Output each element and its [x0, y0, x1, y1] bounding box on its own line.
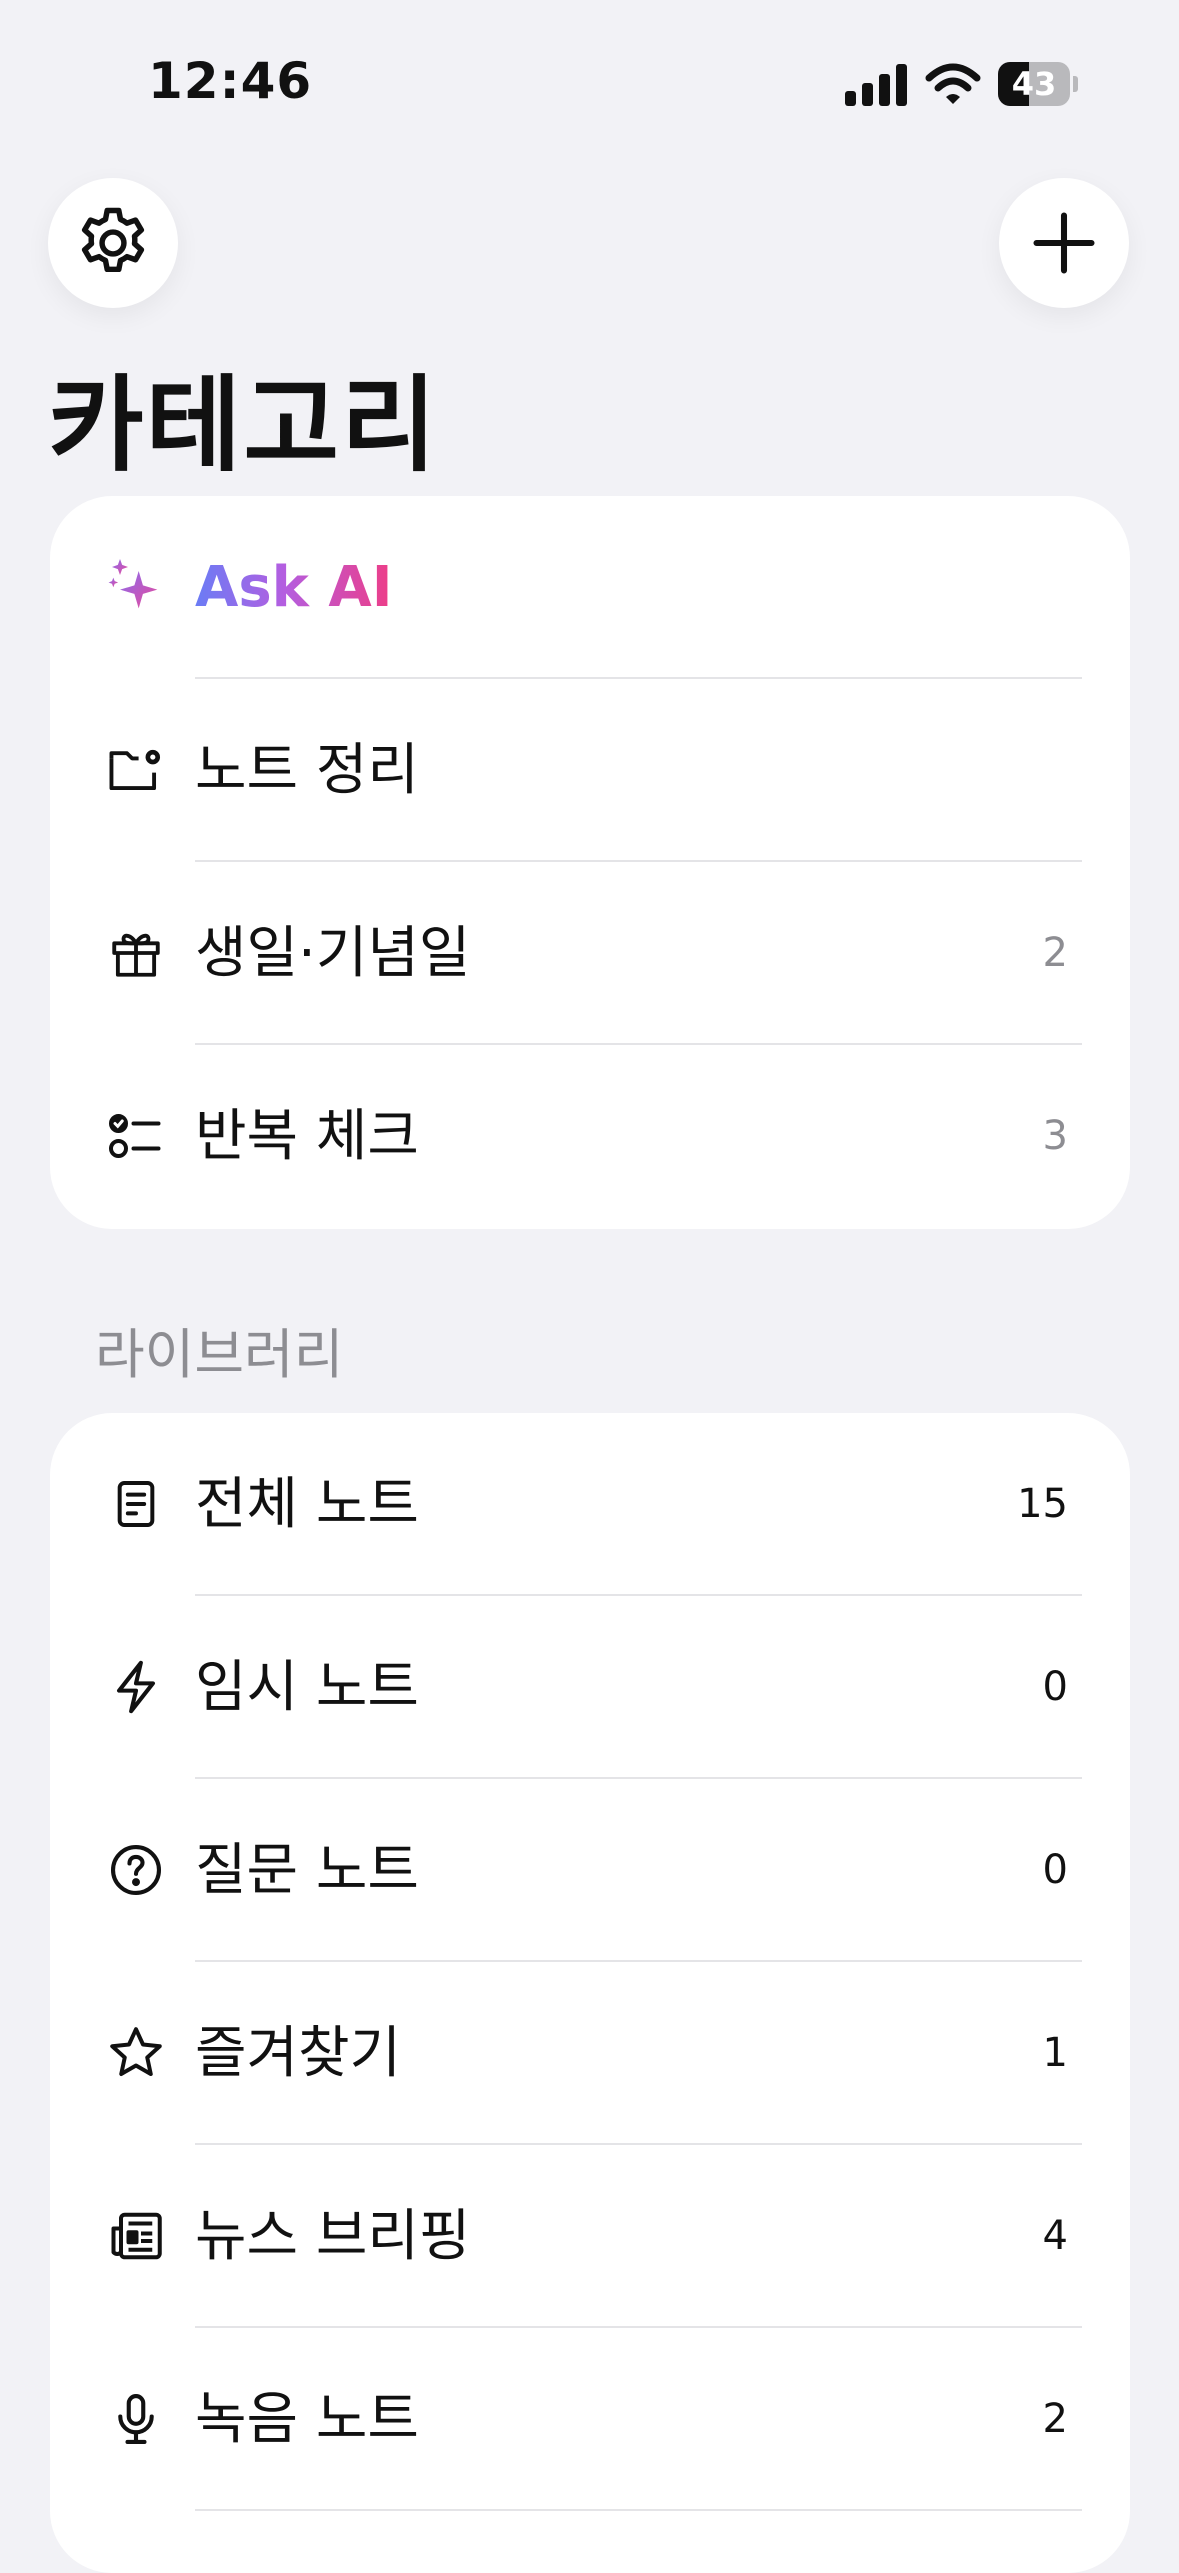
settings-button[interactable] — [48, 178, 178, 308]
library-item-question-notes[interactable]: 질문 노트 0 — [50, 1779, 1130, 1962]
library-item-label: 뉴스 브리핑 — [195, 2204, 471, 2269]
wifi-icon — [925, 63, 981, 104]
category-birthday[interactable]: 생일·기념일 2 — [50, 862, 1130, 1045]
library-item-news-briefing[interactable]: 뉴스 브리핑 4 — [50, 2145, 1130, 2328]
status-bar: 12:46 43 — [0, 0, 1179, 170]
library-item-label: 즐겨찾기 — [195, 2021, 402, 2086]
library-section-title: 라이브러리 — [95, 1323, 344, 1386]
star-icon — [100, 2017, 172, 2089]
library-item-count: 15 — [1017, 1481, 1068, 1527]
question-circle-icon — [100, 1834, 172, 1906]
library-item-recording-notes[interactable]: 녹음 노트 2 — [50, 2328, 1130, 2511]
library-item-favorites[interactable]: 즐겨찾기 1 — [50, 1962, 1130, 2145]
library-item-label: 전체 노트 — [195, 1472, 419, 1537]
category-count: 3 — [1042, 1113, 1068, 1159]
category-label: 생일·기념일 — [195, 921, 471, 986]
categories-card: Ask AI 노트 정리 생일·기념일 2 반복 체크 3 — [50, 496, 1130, 1229]
library-item-label: 임시 노트 — [195, 1655, 419, 1720]
category-count: 2 — [1042, 930, 1068, 976]
category-note-organize[interactable]: 노트 정리 — [50, 679, 1130, 862]
library-card: 전체 노트 15 임시 노트 0 질문 노트 0 즐겨찾기 1 뉴스 브리핑 4… — [50, 1413, 1130, 2573]
gear-icon — [81, 207, 145, 273]
document-icon — [100, 1468, 172, 1540]
library-item-label: 질문 노트 — [195, 1838, 419, 1903]
category-label: 노트 정리 — [195, 738, 419, 803]
battery-indicator: 43 — [998, 62, 1078, 108]
newspaper-icon — [100, 2200, 172, 2272]
checklist-icon — [100, 1100, 172, 1172]
library-item-temp-notes[interactable]: 임시 노트 0 — [50, 1596, 1130, 1779]
bolt-icon — [100, 1651, 172, 1723]
microphone-icon — [100, 2383, 172, 2455]
gift-icon — [100, 917, 172, 989]
category-repeat-check[interactable]: 반복 체크 3 — [50, 1045, 1130, 1228]
plus-icon — [1033, 212, 1095, 274]
cellular-signal-icon — [845, 64, 907, 106]
library-item-count: 2 — [1042, 2396, 1068, 2442]
library-item-count: 0 — [1042, 1847, 1068, 1893]
add-button[interactable] — [999, 178, 1129, 308]
battery-level: 43 — [1011, 65, 1057, 103]
library-item-all-notes[interactable]: 전체 노트 15 — [50, 1413, 1130, 1596]
library-item-label: 녹음 노트 — [195, 2387, 419, 2452]
status-time: 12:46 — [148, 52, 313, 110]
library-item-count: 1 — [1042, 2030, 1068, 2076]
folder-gear-icon — [100, 734, 172, 806]
sparkles-icon — [100, 551, 172, 623]
category-label: 반복 체크 — [195, 1104, 419, 1169]
library-item-count: 4 — [1042, 2213, 1068, 2259]
library-item-count: 0 — [1042, 1664, 1068, 1710]
category-ask-ai[interactable]: Ask AI — [50, 496, 1130, 679]
page-title: 카테고리 — [48, 364, 439, 486]
category-label: Ask AI — [195, 496, 393, 679]
